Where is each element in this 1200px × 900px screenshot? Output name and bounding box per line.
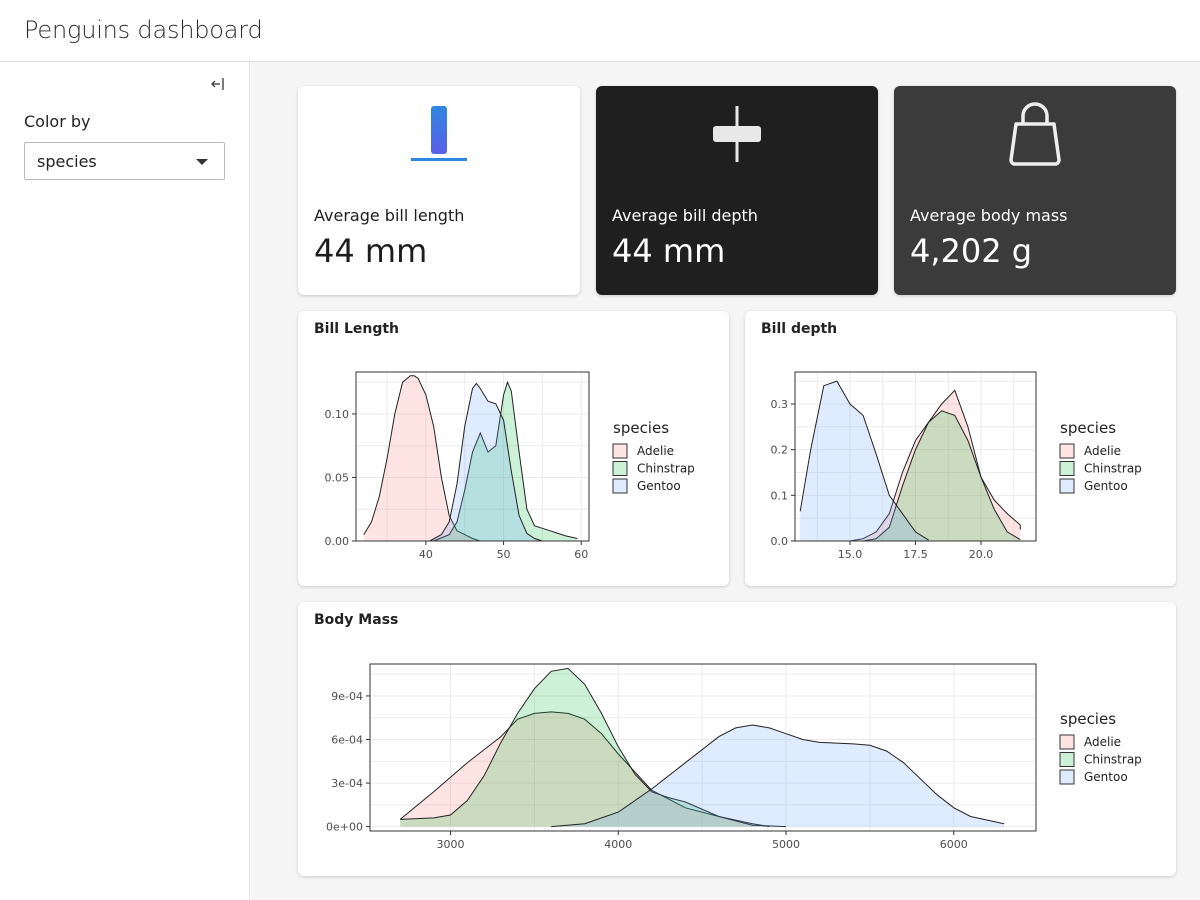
x-tick-label: 3000 — [437, 838, 465, 851]
bill-depth-chart: 15.0 17.5 20.0 0.0 0.1 0.2 0.3 species Adelie Chi… — [771, 371, 1142, 561]
legend-key-chinstrap — [1059, 461, 1075, 476]
value-box-body-mass: Average body mass 4,202 g — [894, 86, 1176, 295]
x-tick-label: 17.5 — [903, 548, 928, 561]
legend-label-adelie: Adelie — [1084, 735, 1121, 749]
x-tick-label: 5000 — [772, 838, 800, 851]
legend-key-chinstrap — [1059, 752, 1075, 767]
y-tick-label: 3e-04 — [331, 777, 363, 790]
bill-depth-card: Bill depth 15.0 17.5 20.0 0.0 0.1 0.2 0.3 speci… — [745, 311, 1176, 586]
color-by-selected-value: species — [37, 152, 97, 171]
value-box-value: 4,202 g — [910, 232, 1033, 270]
bill-length-chart: 40 50 60 0.00 0.05 0.10 species Adelie Chinstrap… — [325, 371, 695, 561]
x-tick-label: 4000 — [604, 838, 632, 851]
legend-key-gentoo — [612, 478, 628, 494]
legend-label-chinstrap: Chinstrap — [1084, 753, 1142, 767]
legend-label-gentoo: Gentoo — [1084, 479, 1128, 493]
legend-key-adelie — [612, 443, 628, 459]
ruler-vertical-icon — [411, 106, 467, 161]
legend-label-adelie: Adelie — [1084, 444, 1121, 458]
legend-label-chinstrap: Chinstrap — [637, 462, 695, 476]
ruler-horizontal-icon — [713, 106, 761, 162]
legend-title: species — [1060, 710, 1116, 728]
value-box-value: 44 mm — [612, 232, 726, 270]
y-tick-label: 0.10 — [325, 408, 350, 421]
main-content: Average bill length 44 mm Average bill d… — [251, 62, 1200, 900]
legend-title: species — [613, 419, 669, 437]
legend-label-adelie: Adelie — [637, 444, 674, 458]
legend-label-gentoo: Gentoo — [637, 479, 681, 493]
color-by-select[interactable]: species — [24, 142, 225, 180]
legend-label-gentoo: Gentoo — [1084, 770, 1128, 784]
x-tick-label: 50 — [497, 548, 511, 561]
y-tick-label: 0.3 — [771, 398, 789, 411]
y-tick-label: 0.0 — [771, 535, 789, 548]
body-mass-card: Body Mass 3000 4000 5000 6000 0e+00 3e-04 6e-0… — [298, 602, 1176, 876]
x-tick-label: 60 — [574, 548, 588, 561]
legend-label-chinstrap: Chinstrap — [1084, 462, 1142, 476]
collapse-left-icon — [211, 78, 224, 90]
chevron-down-icon — [196, 159, 208, 165]
legend-key-gentoo — [1059, 769, 1075, 785]
y-tick-label: 0.1 — [771, 489, 789, 502]
value-box-title: Average bill length — [314, 206, 465, 225]
color-by-label: Color by — [24, 112, 91, 131]
legend-key-adelie — [1059, 734, 1075, 750]
y-tick-label: 0.05 — [325, 471, 350, 484]
value-box-bill-length: Average bill length 44 mm — [298, 86, 580, 295]
bill-length-card: Bill Length 40 50 60 0.00 0.05 0.10 species Ade… — [298, 311, 729, 586]
y-tick-label: 6e-04 — [331, 734, 363, 747]
legend-key-chinstrap — [612, 461, 628, 476]
page-title: Penguins dashboard — [24, 16, 263, 44]
y-tick-label: 0.2 — [771, 444, 789, 457]
x-tick-label: 6000 — [940, 838, 968, 851]
legend-title: species — [1060, 419, 1116, 437]
value-box-value: 44 mm — [314, 232, 428, 270]
sidebar: Color by species — [0, 62, 250, 900]
body-mass-chart: 3000 4000 5000 6000 0e+00 3e-04 6e-04 9e-04 spec… — [326, 663, 1142, 851]
y-tick-label: 9e-04 — [331, 690, 363, 703]
shopping-bag-icon — [1009, 102, 1061, 166]
y-tick-label: 0.00 — [325, 535, 350, 548]
legend-key-adelie — [1059, 443, 1075, 459]
x-tick-label: 20.0 — [969, 548, 994, 561]
sidebar-collapse-button[interactable] — [206, 76, 230, 96]
value-box-title: Average bill depth — [612, 206, 758, 225]
x-tick-label: 15.0 — [838, 548, 863, 561]
x-tick-label: 40 — [419, 548, 433, 561]
top-navbar: Penguins dashboard — [0, 0, 1200, 62]
legend-key-gentoo — [1059, 478, 1075, 494]
y-tick-label: 0e+00 — [326, 821, 363, 834]
value-box-bill-depth: Average bill depth 44 mm — [596, 86, 878, 295]
value-box-title: Average body mass — [910, 206, 1068, 225]
